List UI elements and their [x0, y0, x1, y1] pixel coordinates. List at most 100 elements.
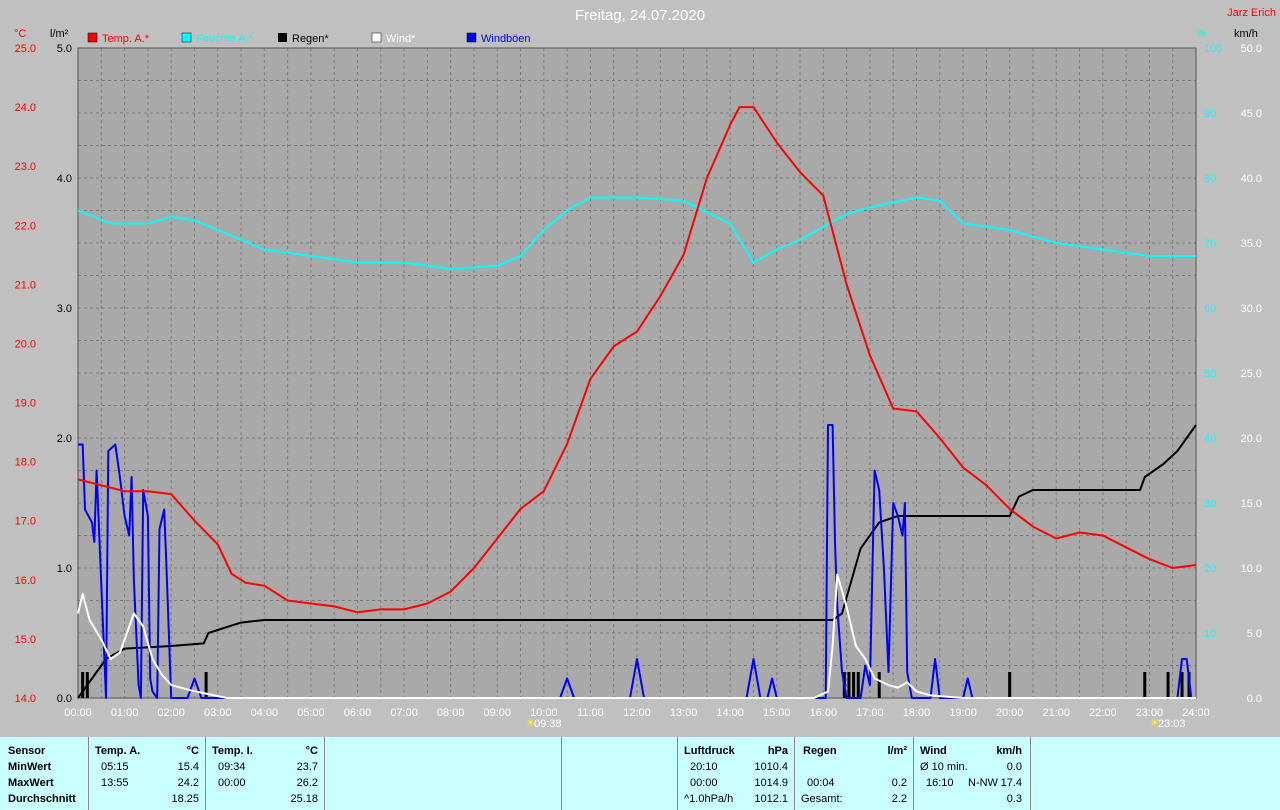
rain-bar — [847, 672, 851, 698]
temp-i-header: Temp. I. — [212, 745, 253, 757]
temp-tick-label: 25.0 — [15, 43, 36, 55]
temp-a-avg-value: 18.25 — [171, 793, 199, 805]
rain-max-time: 00:04 — [807, 777, 835, 789]
temp-a-min-value: 15.4 — [177, 761, 199, 773]
pressure-trend: ^1.0hPa/h — [684, 793, 734, 805]
wind-tick-label: 15.0 — [1241, 498, 1262, 510]
rain-tick-label: 0.0 — [57, 693, 72, 705]
temp-tick-label: 19.0 — [15, 398, 36, 410]
chart-title: Freitag, 24.07.2020 — [575, 7, 705, 24]
legend-swatch-gusts — [466, 32, 477, 43]
temp-tick-label: 16.0 — [15, 575, 36, 587]
humidity-tick-label: 100 — [1204, 43, 1222, 55]
row-min-label: MinWert — [8, 761, 52, 773]
x-tick-label: 05:00 — [297, 707, 325, 719]
x-tick-label: 21:00 — [1042, 707, 1070, 719]
temp-tick-label: 24.0 — [15, 102, 36, 114]
legend-swatch-rain — [278, 33, 287, 42]
pressure-min-value: 1010.4 — [754, 761, 788, 773]
rain-bar — [856, 672, 860, 698]
temp-tick-label: 22.0 — [15, 220, 36, 232]
temp-a-max-value: 24.2 — [177, 777, 199, 789]
legend-humidity: Feuchte A.* — [196, 33, 254, 45]
temp-i-max-time: 00:00 — [218, 777, 246, 789]
rain-tick-label: 1.0 — [57, 563, 72, 575]
x-tick-label: 22:00 — [1089, 707, 1117, 719]
wind-avg-value: 0.3 — [1006, 793, 1022, 805]
x-tick-label: 12:00 — [623, 707, 651, 719]
x-tick-label: 18:00 — [903, 707, 931, 719]
row-max-label: MaxWert — [8, 777, 54, 789]
rain-tick-label: 5.0 — [57, 43, 72, 55]
temp-tick-label: 15.0 — [15, 634, 36, 646]
rain-max-value: 0.2 — [891, 777, 907, 789]
temp-i-avg-value: 25.18 — [290, 793, 318, 805]
humidity-tick-label: 50 — [1204, 368, 1216, 380]
temp-i-unit: °C — [305, 745, 318, 757]
pressure-max-time: 00:00 — [690, 777, 718, 789]
rain-axis-unit: l/m² — [50, 28, 69, 40]
temp-i-min-value: 23.7 — [296, 761, 318, 773]
temp-a-unit: °C — [186, 745, 199, 757]
legend-swatch-humidity — [181, 32, 192, 43]
wind-header: Wind — [920, 745, 947, 757]
stats-empty-3 — [1031, 737, 1280, 810]
x-tick-label: 09:00 — [483, 707, 511, 719]
temp-axis-unit: °C — [14, 28, 26, 40]
legend-swatch-temp — [87, 32, 98, 43]
sunset-time: 23:03 — [1158, 718, 1186, 730]
x-tick-label: 08:00 — [437, 707, 465, 719]
temp-tick-label: 14.0 — [15, 693, 36, 705]
rain-bar — [1143, 672, 1147, 698]
weather-chart: Freitag, 24.07.2020 Jarz Erich °C l/m² %… — [0, 0, 1280, 737]
wind-tick-label: 20.0 — [1241, 433, 1262, 445]
wind-avg10-value: 0.0 — [1006, 761, 1022, 773]
wind-tick-label: 30.0 — [1241, 303, 1262, 315]
stats-temp-a: Temp. A. °C 05:15 15.4 13:55 24.2 18.25 — [89, 737, 205, 810]
humidity-tick-label: 90 — [1204, 108, 1216, 120]
legend-temp: Temp. A.* — [102, 33, 150, 45]
x-tick-label: 11:00 — [577, 707, 604, 719]
x-tick-label: 14:00 — [716, 707, 744, 719]
x-tick-label: 13:00 — [670, 707, 698, 719]
temp-i-max-value: 26.2 — [296, 777, 318, 789]
legend-wind: Wind* — [386, 33, 416, 45]
stats-temp-i: Temp. I. °C 09:34 23.7 00:00 26.2 25.18 — [206, 737, 324, 810]
author-label: Jarz Erich — [1227, 7, 1276, 19]
sunrise-time: 09:38 — [534, 718, 562, 730]
pressure-avg-value: 1012.1 — [754, 793, 788, 805]
humidity-axis-unit: % — [1197, 28, 1207, 40]
rain-unit: l/m² — [887, 745, 907, 757]
wind-tick-label: 50.0 — [1241, 43, 1262, 55]
rain-bar — [877, 672, 881, 698]
wind-max-value: 17.4 — [1000, 777, 1022, 789]
humidity-tick-label: 40 — [1204, 433, 1216, 445]
x-tick-label: 16:00 — [810, 707, 838, 719]
humidity-tick-label: 10 — [1204, 628, 1216, 640]
rain-bar — [1166, 672, 1170, 698]
stats-wind: Wind km/h Ø 10 min. 0.0 16:10 N-NW 17.4 … — [914, 737, 1030, 810]
humidity-tick-label: 30 — [1204, 498, 1216, 510]
rain-tick-label: 3.0 — [57, 303, 72, 315]
stats-empty-1 — [325, 737, 561, 810]
stats-empty-2 — [562, 737, 677, 810]
row-avg-label: Durchschnitt — [8, 793, 76, 805]
humidity-tick-label: 70 — [1204, 238, 1216, 250]
wind-max-time: 16:10 — [926, 777, 954, 789]
rain-bar — [852, 672, 856, 698]
pressure-min-time: 20:10 — [690, 761, 718, 773]
x-tick-label: 02:00 — [157, 707, 185, 719]
x-tick-label: 03:00 — [204, 707, 232, 719]
humidity-tick-label: 80 — [1204, 173, 1216, 185]
sensor-header: Sensor — [8, 745, 46, 757]
wind-unit: km/h — [996, 745, 1022, 757]
x-tick-label: 06:00 — [344, 707, 372, 719]
x-tick-label: 19:00 — [949, 707, 977, 719]
rain-tick-label: 2.0 — [57, 433, 72, 445]
wind-tick-label: 40.0 — [1241, 173, 1262, 185]
x-tick-label: 17:00 — [856, 707, 884, 719]
temp-tick-label: 18.0 — [15, 457, 36, 469]
rain-header: Regen — [803, 745, 837, 757]
wind-tick-label: 45.0 — [1241, 108, 1262, 120]
wind-axis-unit: km/h — [1234, 28, 1258, 40]
